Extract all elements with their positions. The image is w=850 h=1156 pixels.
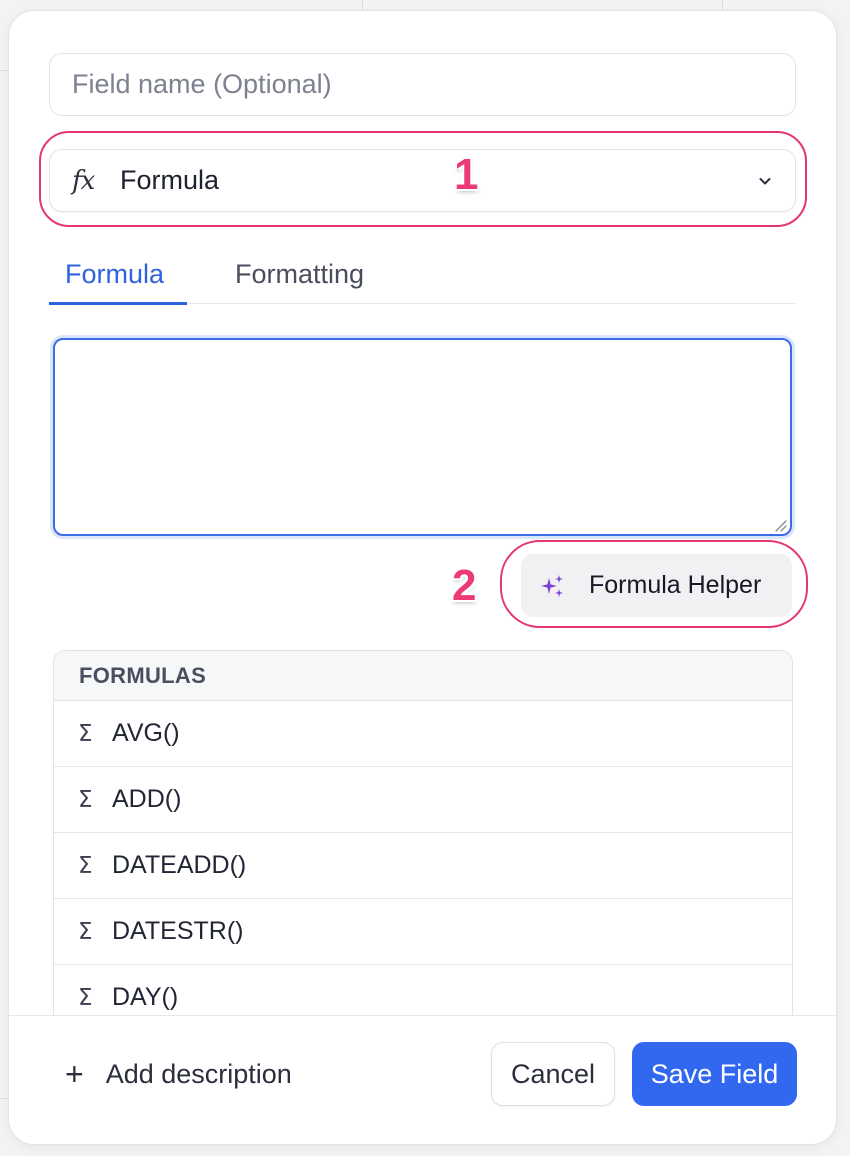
sigma-icon: Σ [78, 720, 93, 747]
fx-icon: fx [72, 165, 95, 196]
sigma-icon: Σ [78, 918, 93, 945]
formulas-list: FORMULAS Σ AVG() Σ ADD() Σ DATEADD() Σ D… [53, 650, 793, 1070]
list-item-datestr[interactable]: Σ DATESTR() [54, 899, 792, 965]
active-tab-indicator [49, 302, 187, 305]
plus-icon: + [65, 1056, 84, 1092]
save-field-button[interactable]: Save Field [632, 1042, 797, 1106]
chevron-down-icon [759, 177, 771, 184]
formula-helper-label: Formula Helper [589, 571, 762, 599]
resize-handle-icon[interactable] [773, 518, 787, 532]
formula-label: DATEADD() [112, 851, 247, 879]
list-item-add[interactable]: Σ ADD() [54, 767, 792, 833]
panel-footer: + Add description Cancel Save Field [9, 1015, 836, 1144]
formula-label: DATESTR() [112, 917, 244, 945]
cancel-button[interactable]: Cancel [491, 1042, 615, 1106]
formula-helper-button[interactable]: Formula Helper [521, 554, 792, 617]
add-description-label: Add description [105, 1059, 292, 1089]
formula-editor[interactable] [53, 338, 792, 536]
formula-label: ADD() [112, 785, 182, 813]
formula-label: DAY() [112, 983, 179, 1011]
formula-label: AVG() [112, 719, 180, 747]
sparkle-icon [541, 574, 563, 597]
list-item-avg[interactable]: Σ AVG() [54, 701, 792, 767]
field-type-select[interactable]: fx Formula [49, 149, 796, 212]
annotation-number-1: 1 [454, 150, 479, 199]
sigma-icon: Σ [78, 984, 93, 1011]
list-item-dateadd[interactable]: Σ DATEADD() [54, 833, 792, 899]
formulas-header: FORMULAS [54, 651, 792, 701]
sigma-icon: Σ [78, 852, 93, 879]
annotation-number-2: 2 [452, 561, 477, 610]
field-type-label: Formula [120, 165, 220, 195]
sigma-icon: Σ [78, 786, 93, 813]
tab-formatting[interactable]: Formatting [235, 259, 364, 290]
add-description-button[interactable]: + Add description [65, 1056, 292, 1093]
field-editor-panel: fx Formula Formula Formatting Formula He… [8, 10, 837, 1145]
tab-bar: Formula Formatting [49, 251, 796, 305]
field-name-input[interactable] [49, 53, 796, 116]
tab-formula[interactable]: Formula [65, 259, 164, 290]
